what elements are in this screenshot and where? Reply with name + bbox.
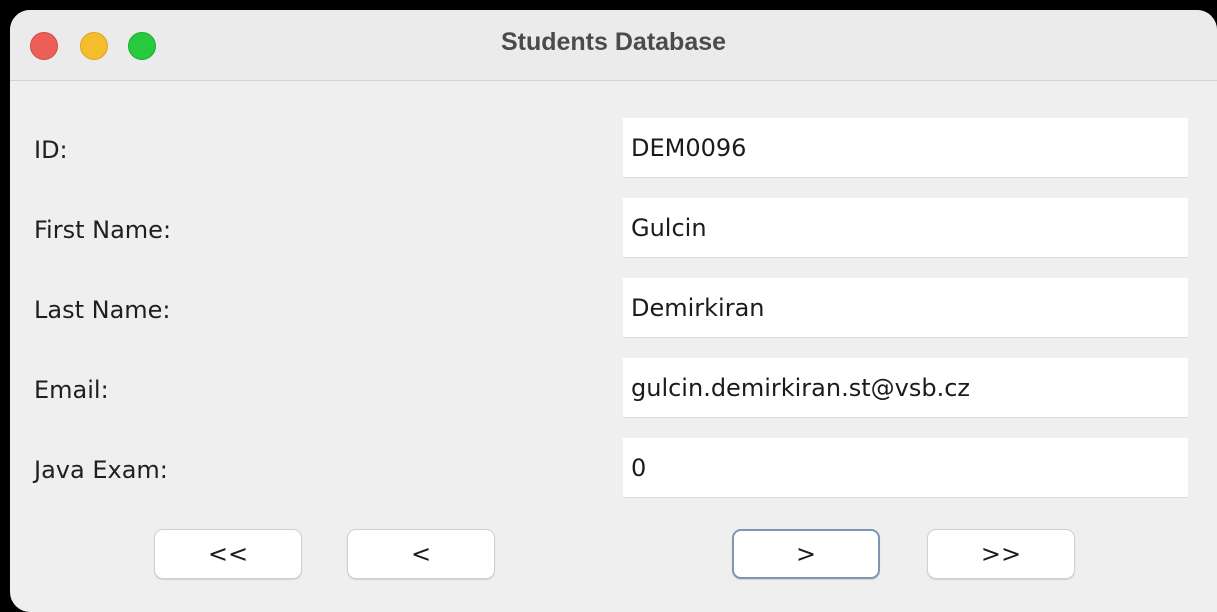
window-title: Students Database [500, 28, 727, 56]
first-record-button[interactable]: << [154, 529, 302, 579]
last-name-field[interactable] [623, 278, 1188, 338]
students-database-window: Students Database ID: First Name: Last N… [10, 10, 1217, 612]
first-name-field[interactable] [623, 198, 1188, 258]
java-exam-label: Java Exam: [34, 456, 168, 484]
email-label: Email: [34, 376, 109, 404]
previous-record-button[interactable]: < [347, 529, 495, 579]
next-record-button[interactable]: > [732, 529, 880, 579]
title-bar: Students Database [10, 10, 1217, 81]
first-name-label: First Name: [34, 216, 172, 244]
last-record-button[interactable]: >> [927, 529, 1075, 579]
email-field[interactable] [623, 358, 1188, 418]
last-name-label: Last Name: [34, 296, 171, 324]
id-label: ID: [34, 136, 68, 164]
id-field[interactable] [623, 118, 1188, 178]
java-exam-field[interactable] [623, 438, 1188, 498]
